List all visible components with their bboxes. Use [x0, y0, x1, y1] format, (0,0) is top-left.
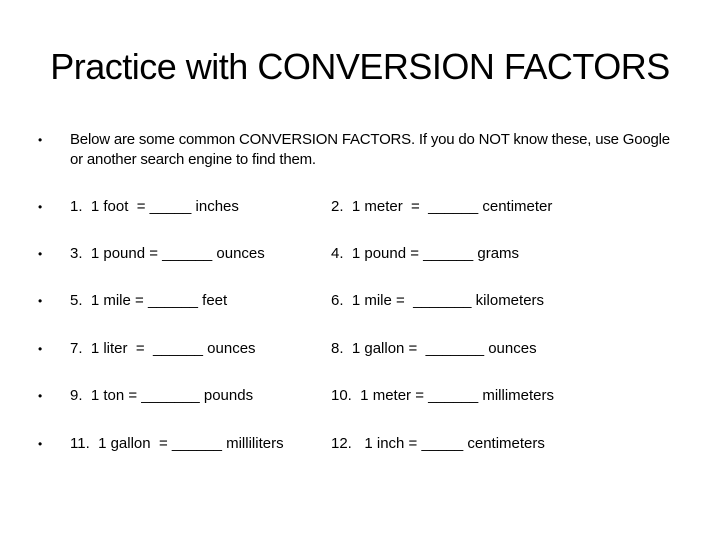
slide-title: Practice with CONVERSION FACTORS: [50, 46, 670, 87]
bullet-icon: •: [38, 437, 43, 451]
question-9: 9. 1 ton = _______ pounds: [70, 387, 254, 404]
question-5: 5. 1 mile = ______ feet: [70, 292, 228, 309]
question-7: 7. 1 liter = ______ ounces: [70, 340, 256, 357]
question-4: 4. 1 pound = ______ grams: [331, 245, 520, 262]
question-10: 10. 1 meter = ______ millimeters: [331, 387, 555, 404]
question-12: 12. 1 inch = _____ centimeters: [331, 435, 545, 452]
bullet-icon: •: [38, 389, 43, 403]
question-11: 11. 1 gallon = ______ milliliters: [70, 435, 284, 452]
question-2: 2. 1 meter = ______ centimeter: [331, 198, 553, 215]
slide: Practice with CONVERSION FACTORS • Below…: [0, 0, 720, 540]
question-6: 6. 1 mile = _______ kilometers: [331, 292, 545, 309]
bullet-icon: •: [38, 247, 43, 261]
bullet-icon: •: [38, 133, 43, 147]
question-1: 1. 1 foot = _____ inches: [70, 198, 239, 215]
bullet-icon: •: [38, 200, 43, 214]
question-3: 3. 1 pound = ______ ounces: [70, 245, 265, 262]
bullet-icon: •: [38, 294, 43, 308]
question-8: 8. 1 gallon = _______ ounces: [331, 340, 537, 357]
intro-text: Below are some common CONVERSION FACTORS…: [70, 131, 670, 168]
bullet-icon: •: [38, 342, 43, 356]
